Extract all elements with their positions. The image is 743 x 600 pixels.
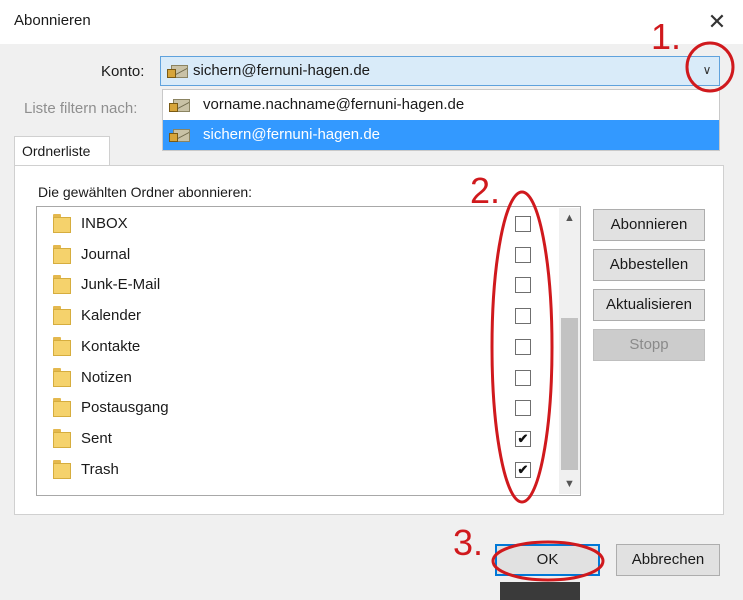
dropdown-option-label: sichern@fernuni-hagen.de [203, 126, 381, 143]
account-dropdown[interactable]: sichern@fernuni-hagen.de ∨ [160, 56, 720, 86]
folder-icon [53, 398, 71, 418]
subscribe-checkbox[interactable] [515, 400, 531, 417]
folder-list-caption: Die gewählten Ordner abonnieren: [38, 184, 253, 200]
dialog-title: Abonnieren [14, 12, 91, 29]
annotation-step-1: 1. [651, 16, 682, 57]
scroll-down-arrow-icon[interactable]: ▼ [559, 474, 580, 494]
stop-button: Stopp [593, 329, 705, 361]
scrollbar[interactable]: ▲ ▼ [559, 208, 580, 494]
subscribe-checkbox[interactable] [515, 246, 531, 263]
ok-button[interactable]: OK [495, 544, 600, 576]
folder-name: INBOX [81, 215, 128, 232]
folder-row[interactable]: Junk-E-Mail [37, 270, 562, 300]
folder-name: Kontakte [81, 337, 141, 355]
dropdown-option[interactable]: vorname.nachname@fernuni-hagen.de [163, 90, 719, 120]
folder-row[interactable]: Journal [37, 240, 562, 270]
dropdown-option-selected[interactable]: sichern@fernuni-hagen.de [163, 120, 719, 150]
mail-account-icon [169, 96, 191, 113]
folder-icon [53, 336, 71, 356]
subscribe-checkbox[interactable] [515, 308, 531, 325]
background-window-fragment [500, 582, 580, 600]
folder-name: Postausgang [81, 399, 169, 417]
folder-icon [53, 275, 71, 295]
folder-name: Journal [81, 245, 131, 263]
folder-row[interactable]: Trash ✔ [37, 455, 562, 485]
refresh-button[interactable]: Aktualisieren [593, 289, 705, 321]
tab-ordnerliste[interactable]: Ordnerliste [14, 136, 110, 166]
folder-list[interactable]: INBOX Journal Junk-E-Mail Kalender Kontakte N… [36, 206, 581, 496]
account-selected-value: sichern@fernuni-hagen.de [193, 62, 371, 79]
cancel-button[interactable]: Abbrechen [616, 544, 720, 576]
subscribe-button[interactable]: Abonnieren [593, 209, 705, 241]
scrollbar-thumb[interactable] [561, 318, 578, 470]
folder-icon [53, 459, 71, 479]
account-label: Konto: [101, 63, 145, 80]
dropdown-option-label: vorname.nachname@fernuni-hagen.de [203, 96, 465, 113]
subscribe-checkbox[interactable]: ✔ [515, 461, 531, 478]
subscribe-checkbox[interactable] [515, 216, 531, 232]
folder-row[interactable]: INBOX [37, 209, 562, 239]
subscribe-checkbox[interactable] [515, 277, 531, 294]
folder-row[interactable]: Kontakte [37, 332, 562, 362]
annotation-step-3: 3. [453, 522, 484, 563]
chevron-down-icon[interactable]: ∨ [695, 57, 719, 85]
mail-account-icon [169, 126, 191, 143]
folder-row[interactable]: Postausgang [37, 393, 562, 423]
folder-name: Notizen [81, 368, 132, 386]
subscribe-checkbox[interactable] [515, 338, 531, 355]
folder-icon [53, 214, 71, 233]
title-bar: Abonnieren ✕ [0, 0, 743, 44]
folder-icon [53, 244, 71, 264]
subscribe-checkbox[interactable] [515, 369, 531, 386]
subscribe-checkbox[interactable]: ✔ [515, 430, 531, 447]
folder-name: Kalender [81, 307, 142, 325]
filter-label: Liste filtern nach: [24, 100, 138, 117]
unsubscribe-button[interactable]: Abbestellen [593, 249, 705, 281]
folder-name: Junk-E-Mail [81, 276, 161, 294]
folder-icon [53, 306, 71, 326]
folder-name: Trash [81, 460, 119, 478]
tab-label: Ordnerliste [22, 143, 91, 159]
folder-row[interactable]: Kalender [37, 301, 562, 331]
folder-name: Sent [81, 429, 112, 447]
subscribe-dialog: Abonnieren ✕ Konto: sichern@fernuni-hage… [0, 0, 743, 600]
annotation-step-2: 2. [470, 170, 501, 211]
folder-row[interactable]: Sent ✔ [37, 424, 562, 454]
folder-icon [53, 367, 71, 387]
mail-account-icon [167, 62, 189, 79]
scroll-up-arrow-icon[interactable]: ▲ [559, 208, 580, 228]
account-dropdown-list: vorname.nachname@fernuni-hagen.de sicher… [162, 89, 720, 151]
close-icon[interactable]: ✕ [698, 6, 736, 38]
folder-icon [53, 428, 71, 448]
folder-row[interactable]: Notizen [37, 363, 562, 393]
